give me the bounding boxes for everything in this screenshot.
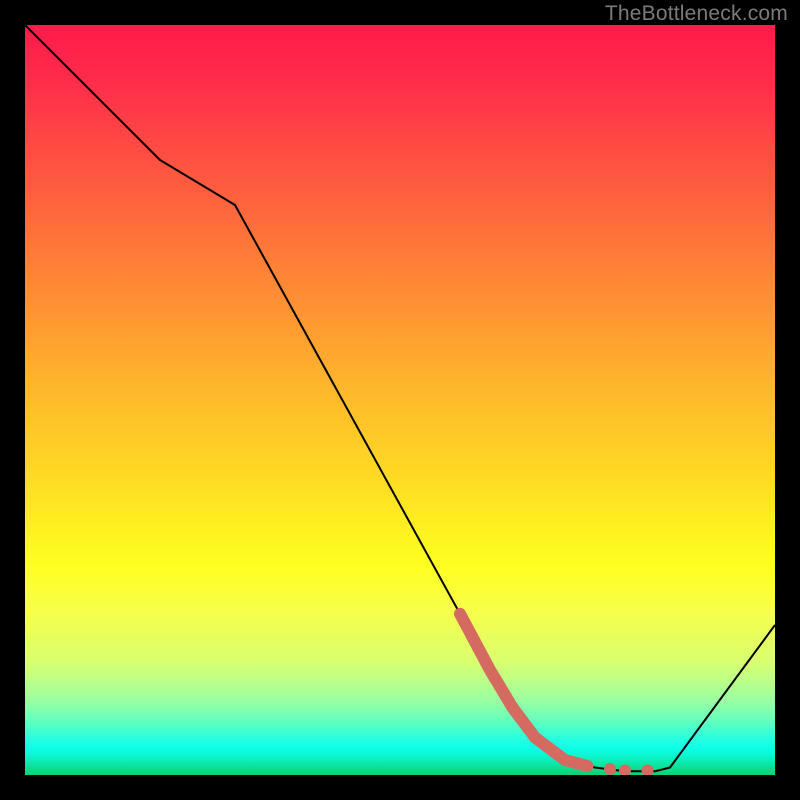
highlight-dots xyxy=(604,763,654,775)
highlight-dot xyxy=(619,765,631,776)
watermark-text: TheBottleneck.com xyxy=(605,2,788,26)
highlight-dot xyxy=(642,765,654,776)
highlight-dot xyxy=(604,763,616,775)
plot-area xyxy=(25,25,775,775)
bottleneck-curve xyxy=(25,25,775,771)
chart-frame: TheBottleneck.com xyxy=(0,0,800,800)
curve-overlay xyxy=(25,25,775,775)
highlight-segment xyxy=(460,614,588,766)
